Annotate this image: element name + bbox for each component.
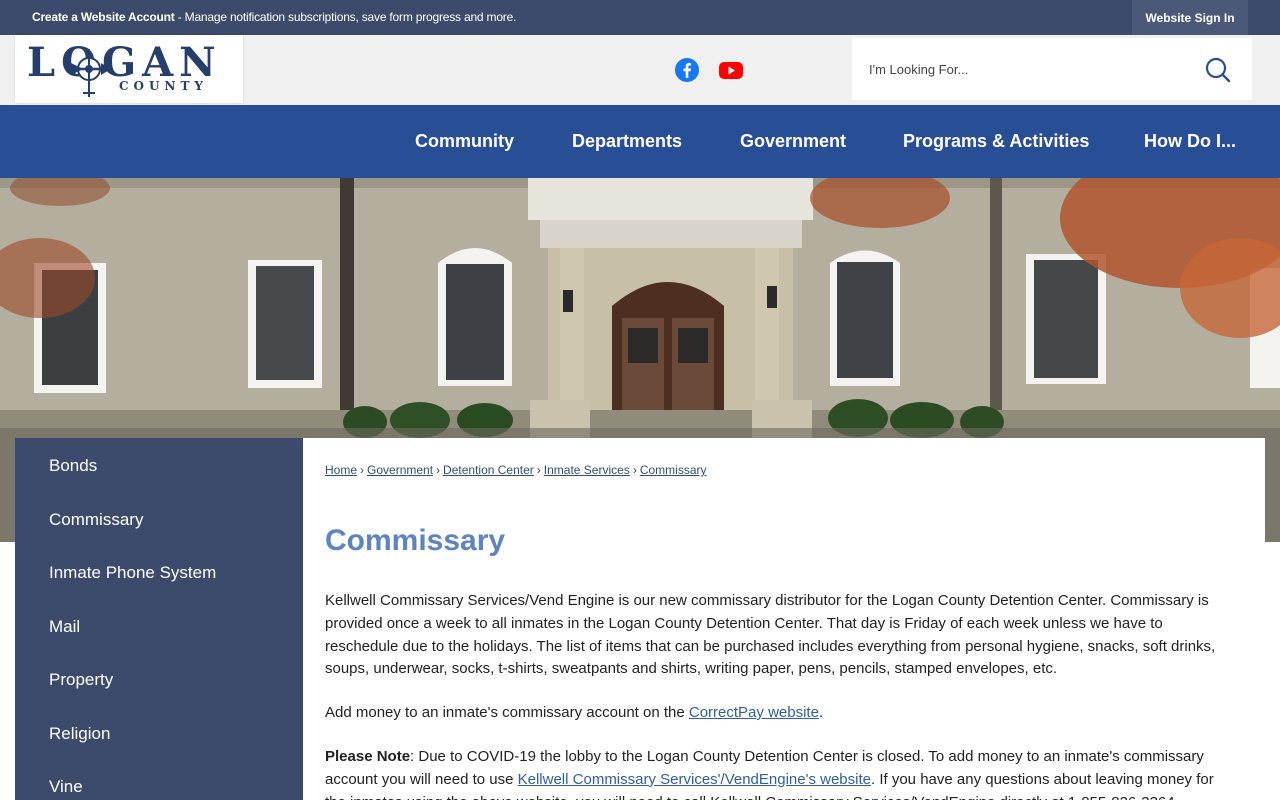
weather-vane-icon bbox=[69, 49, 111, 97]
main-navigation: Community Departments Government Program… bbox=[0, 105, 1280, 178]
site-header: LOGAN COUNTY bbox=[0, 35, 1280, 105]
sidebar-item-vine[interactable]: Vine bbox=[49, 777, 83, 797]
add-money-text: Add money to an inmate's commissary acco… bbox=[325, 704, 689, 721]
intro-paragraph: Kellwell Commissary Services/Vend Engine… bbox=[325, 592, 1216, 678]
sidebar-item-religion[interactable]: Religion bbox=[49, 724, 110, 744]
please-note-label: Please Note bbox=[325, 748, 411, 765]
kellwell-vendengine-link[interactable]: Kellwell Commissary Services'/VendEngine… bbox=[518, 771, 871, 788]
sidebar-item-property[interactable]: Property bbox=[49, 670, 113, 690]
nav-item-community[interactable]: Community bbox=[415, 105, 514, 178]
sidebar-item-mail[interactable]: Mail bbox=[49, 617, 80, 637]
breadcrumb-detention-center[interactable]: Detention Center bbox=[443, 463, 534, 477]
breadcrumb-separator: › bbox=[632, 463, 637, 477]
breadcrumb-government[interactable]: Government bbox=[367, 463, 433, 477]
breadcrumb-home[interactable]: Home bbox=[325, 463, 357, 477]
logo-subtext: COUNTY bbox=[119, 79, 208, 93]
breadcrumb-separator: › bbox=[360, 463, 365, 477]
nav-item-government[interactable]: Government bbox=[740, 105, 846, 178]
site-search bbox=[852, 38, 1252, 100]
sidebar-item-inmate-phone-system[interactable]: Inmate Phone System bbox=[49, 563, 216, 583]
logan-county-logo[interactable]: LOGAN COUNTY bbox=[15, 35, 243, 103]
facebook-icon[interactable] bbox=[674, 57, 700, 83]
create-account-description: - Manage notification subscriptions, sav… bbox=[174, 10, 517, 24]
correctpay-link[interactable]: CorrectPay website bbox=[689, 704, 819, 721]
search-icon[interactable] bbox=[1204, 56, 1232, 84]
create-account-label[interactable]: Create a Website Account bbox=[32, 10, 175, 24]
sidebar-item-bonds[interactable]: Bonds bbox=[49, 456, 97, 476]
breadcrumb-commissary[interactable]: Commissary bbox=[640, 463, 707, 477]
page-title: Commissary bbox=[325, 524, 506, 557]
nav-item-programs-activities[interactable]: Programs & Activities bbox=[903, 105, 1089, 178]
nav-item-departments[interactable]: Departments bbox=[572, 105, 682, 178]
search-input[interactable] bbox=[852, 38, 1192, 100]
youtube-icon[interactable] bbox=[718, 57, 744, 83]
create-account-link[interactable]: Create a Website Account - Manage notifi… bbox=[32, 10, 516, 24]
add-money-paragraph: Add money to an inmate's commissary acco… bbox=[325, 702, 1235, 725]
main-content: Home › Government › Detention Center › Inmate … bbox=[303, 438, 1265, 800]
nav-item-how-do-i[interactable]: How Do I... bbox=[1144, 105, 1236, 178]
breadcrumb-separator: › bbox=[536, 463, 541, 477]
please-note-paragraph: Please Note: Due to COVID-19 the lobby t… bbox=[325, 746, 1235, 800]
sidebar-navigation: Bonds Commissary Inmate Phone System Mai… bbox=[15, 438, 303, 800]
add-money-text-end: . bbox=[818, 704, 824, 721]
website-sign-in-button[interactable]: Website Sign In bbox=[1132, 0, 1248, 35]
breadcrumb-separator: › bbox=[436, 463, 441, 477]
sidebar-item-commissary[interactable]: Commissary bbox=[49, 510, 143, 530]
breadcrumb-inmate-services[interactable]: Inmate Services bbox=[544, 463, 630, 477]
breadcrumb: Home › Government › Detention Center › Inmate … bbox=[325, 463, 707, 477]
top-utility-bar: Create a Website Account - Manage notifi… bbox=[0, 0, 1280, 35]
